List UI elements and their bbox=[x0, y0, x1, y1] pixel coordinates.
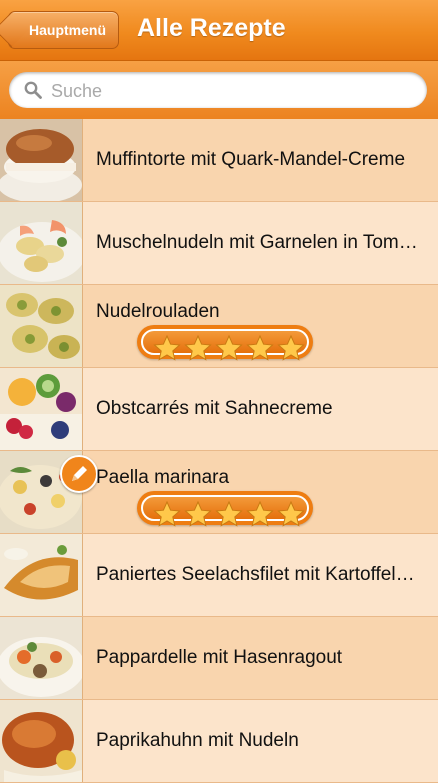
recipe-row[interactable]: Pappardelle mit Hasenragout bbox=[0, 617, 438, 700]
recipe-title: Obstcarrés mit Sahnecreme bbox=[96, 398, 333, 419]
star-icon bbox=[215, 501, 243, 527]
recipe-row[interactable]: Obstcarrés mit Sahnecreme bbox=[0, 368, 438, 451]
recipe-title: Muffintorte mit Quark-Mandel-Creme bbox=[96, 149, 406, 170]
star-icon bbox=[277, 501, 305, 527]
recipe-title: Paprikahuhn mit Nudeln bbox=[96, 730, 299, 751]
recipe-row[interactable]: Muschelnudeln mit Garnelen in Tomatensau… bbox=[0, 202, 438, 285]
recipe-thumbnail bbox=[0, 700, 83, 782]
star-icon bbox=[277, 335, 305, 361]
recipe-thumbnail bbox=[0, 617, 83, 699]
recipe-title: Paella marinara bbox=[96, 467, 230, 488]
recipe-thumbnail bbox=[0, 202, 83, 284]
recipe-title: Pappardelle mit Hasenragout bbox=[96, 647, 343, 668]
navigation-bar: Hauptmenü Alle Rezepte bbox=[0, 0, 438, 61]
star-icon bbox=[184, 501, 212, 527]
recipe-thumbnail bbox=[0, 285, 83, 367]
recipe-list: Muffintorte mit Quark-Mandel-Creme Musch… bbox=[0, 119, 438, 783]
search-icon bbox=[24, 81, 42, 99]
recipe-row[interactable]: Muffintorte mit Quark-Mandel-Creme bbox=[0, 119, 438, 202]
recipe-row[interactable]: Paprikahuhn mit Nudeln bbox=[0, 700, 438, 783]
star-rating[interactable] bbox=[137, 491, 313, 527]
star-icon bbox=[246, 501, 274, 527]
star-icon bbox=[246, 335, 274, 361]
star-icon bbox=[153, 501, 181, 527]
rating-stars bbox=[153, 501, 305, 527]
recipe-row[interactable]: Paella marinara bbox=[0, 451, 438, 534]
page-title: Alle Rezepte bbox=[137, 14, 286, 42]
search-bar bbox=[0, 61, 438, 120]
edit-icon[interactable] bbox=[60, 455, 98, 493]
star-icon bbox=[153, 335, 181, 361]
recipe-thumbnail bbox=[0, 119, 83, 201]
star-icon bbox=[215, 335, 243, 361]
recipe-title: Nudelrouladen bbox=[96, 301, 220, 322]
star-icon bbox=[184, 335, 212, 361]
search-input[interactable] bbox=[49, 72, 413, 110]
back-button-label: Hauptmenü bbox=[29, 22, 106, 38]
search-field[interactable] bbox=[9, 72, 427, 110]
recipe-title: Paniertes Seelachsfilet mit Kartoffelsal… bbox=[96, 564, 422, 585]
recipe-title: Muschelnudeln mit Garnelen in Tomatensau… bbox=[96, 232, 422, 253]
recipe-row[interactable]: Nudelrouladen bbox=[0, 285, 438, 368]
back-button[interactable]: Hauptmenü bbox=[8, 11, 119, 49]
recipe-thumbnail bbox=[0, 534, 83, 616]
rating-stars bbox=[153, 335, 305, 361]
star-rating[interactable] bbox=[137, 325, 313, 361]
recipe-row[interactable]: Paniertes Seelachsfilet mit Kartoffelsal… bbox=[0, 534, 438, 617]
recipe-thumbnail bbox=[0, 368, 83, 450]
